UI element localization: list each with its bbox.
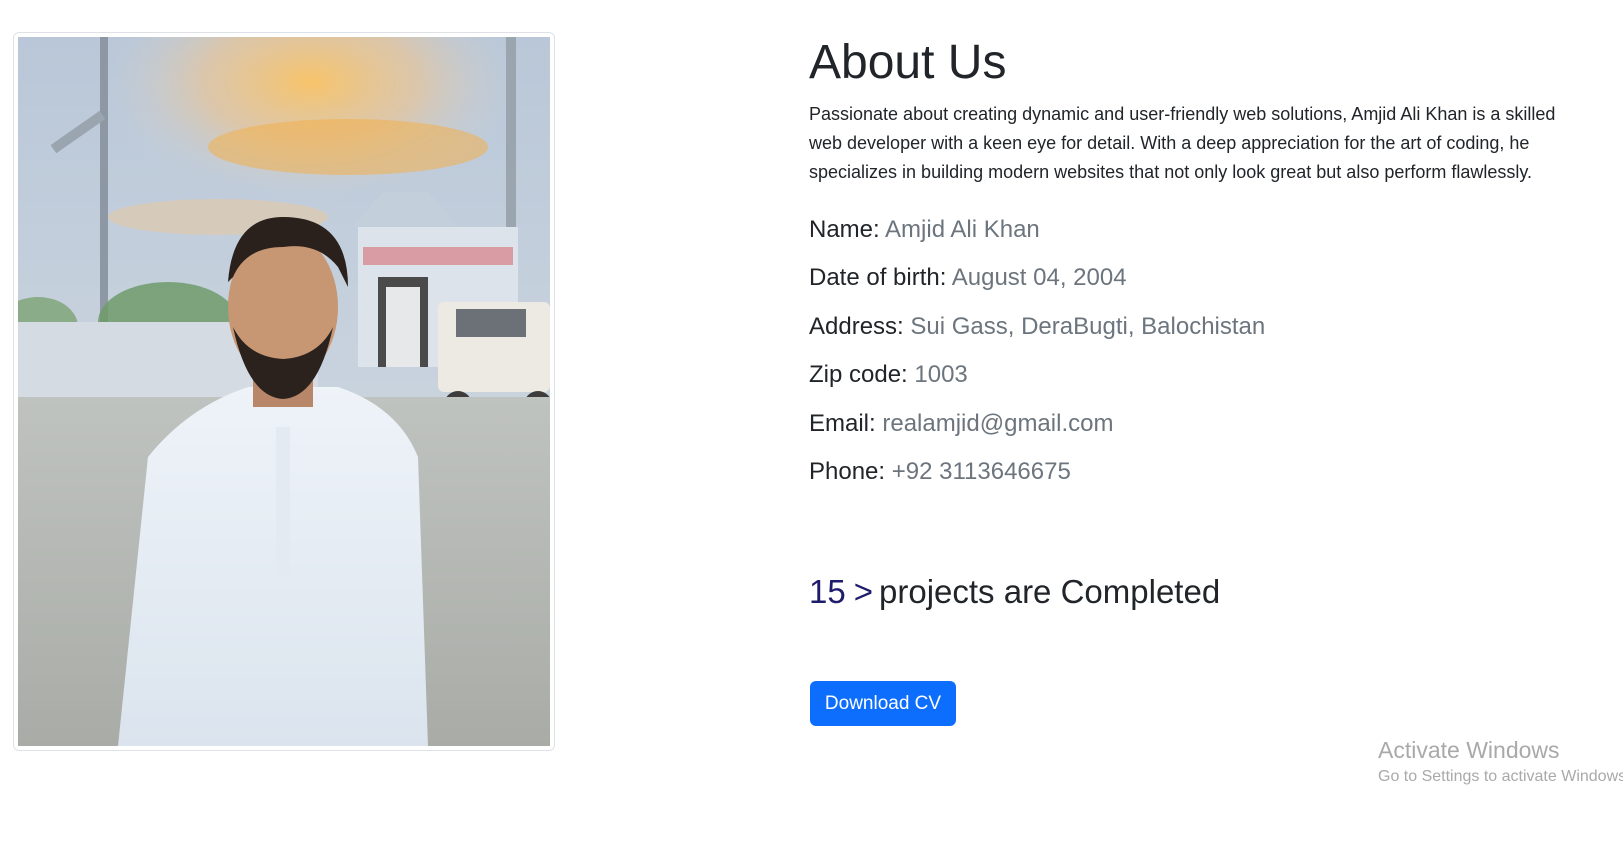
about-section: About Us Passionate about creating dynam… — [809, 32, 1609, 612]
detail-date-of-birth: Date of birth: August 04, 2004 — [809, 263, 1609, 311]
page-title: About Us — [809, 36, 1007, 89]
profile-photo-frame — [13, 32, 555, 751]
detail-value: August 04, 2004 — [951, 264, 1127, 292]
detail-label: Zip code: — [809, 361, 908, 389]
detail-value: Sui Gass, DeraBugti, Balochistan — [910, 312, 1266, 340]
projects-count: 15 — [809, 573, 846, 611]
detail-value: Amjid Ali Khan — [885, 216, 1040, 243]
projects-arrow: > — [853, 573, 873, 611]
watermark-title: Activate Windows — [1378, 737, 1560, 763]
detail-zip-code: Zip code: 1003 — [809, 360, 1609, 408]
watermark-subtitle: Go to Settings to activate Windows. — [1378, 768, 1623, 785]
download-cv-button[interactable]: Download CV — [810, 681, 956, 726]
detail-value: realamjid@gmail.com — [882, 409, 1114, 437]
detail-value: 1003 — [914, 361, 968, 389]
detail-label: Address: — [809, 312, 904, 340]
about-intro: Passionate about creating dynamic and us… — [809, 104, 1556, 182]
detail-email: Email: realamjid@gmail.com — [809, 409, 1609, 457]
detail-name: Name: Amjid Ali Khan — [809, 215, 1609, 263]
projects-counter: 15 > projects are Completed — [809, 572, 1609, 612]
detail-label: Phone: — [809, 457, 886, 485]
details-list: Name: Amjid Ali Khan Date of birth: Augu… — [809, 215, 1609, 505]
detail-phone: Phone: +92 3113646675 — [809, 457, 1609, 505]
detail-label: Email: — [809, 409, 876, 437]
activate-windows-watermark: Activate Windows Go to Settings to activ… — [1378, 736, 1623, 788]
detail-address: Address: Sui Gass, DeraBugti, Balochista… — [809, 312, 1609, 360]
projects-text: projects are Completed — [879, 573, 1221, 611]
detail-value: +92 3113646675 — [891, 457, 1071, 485]
detail-label: Name: — [809, 216, 880, 243]
detail-label: Date of birth: — [809, 264, 947, 292]
profile-photo — [18, 37, 550, 746]
